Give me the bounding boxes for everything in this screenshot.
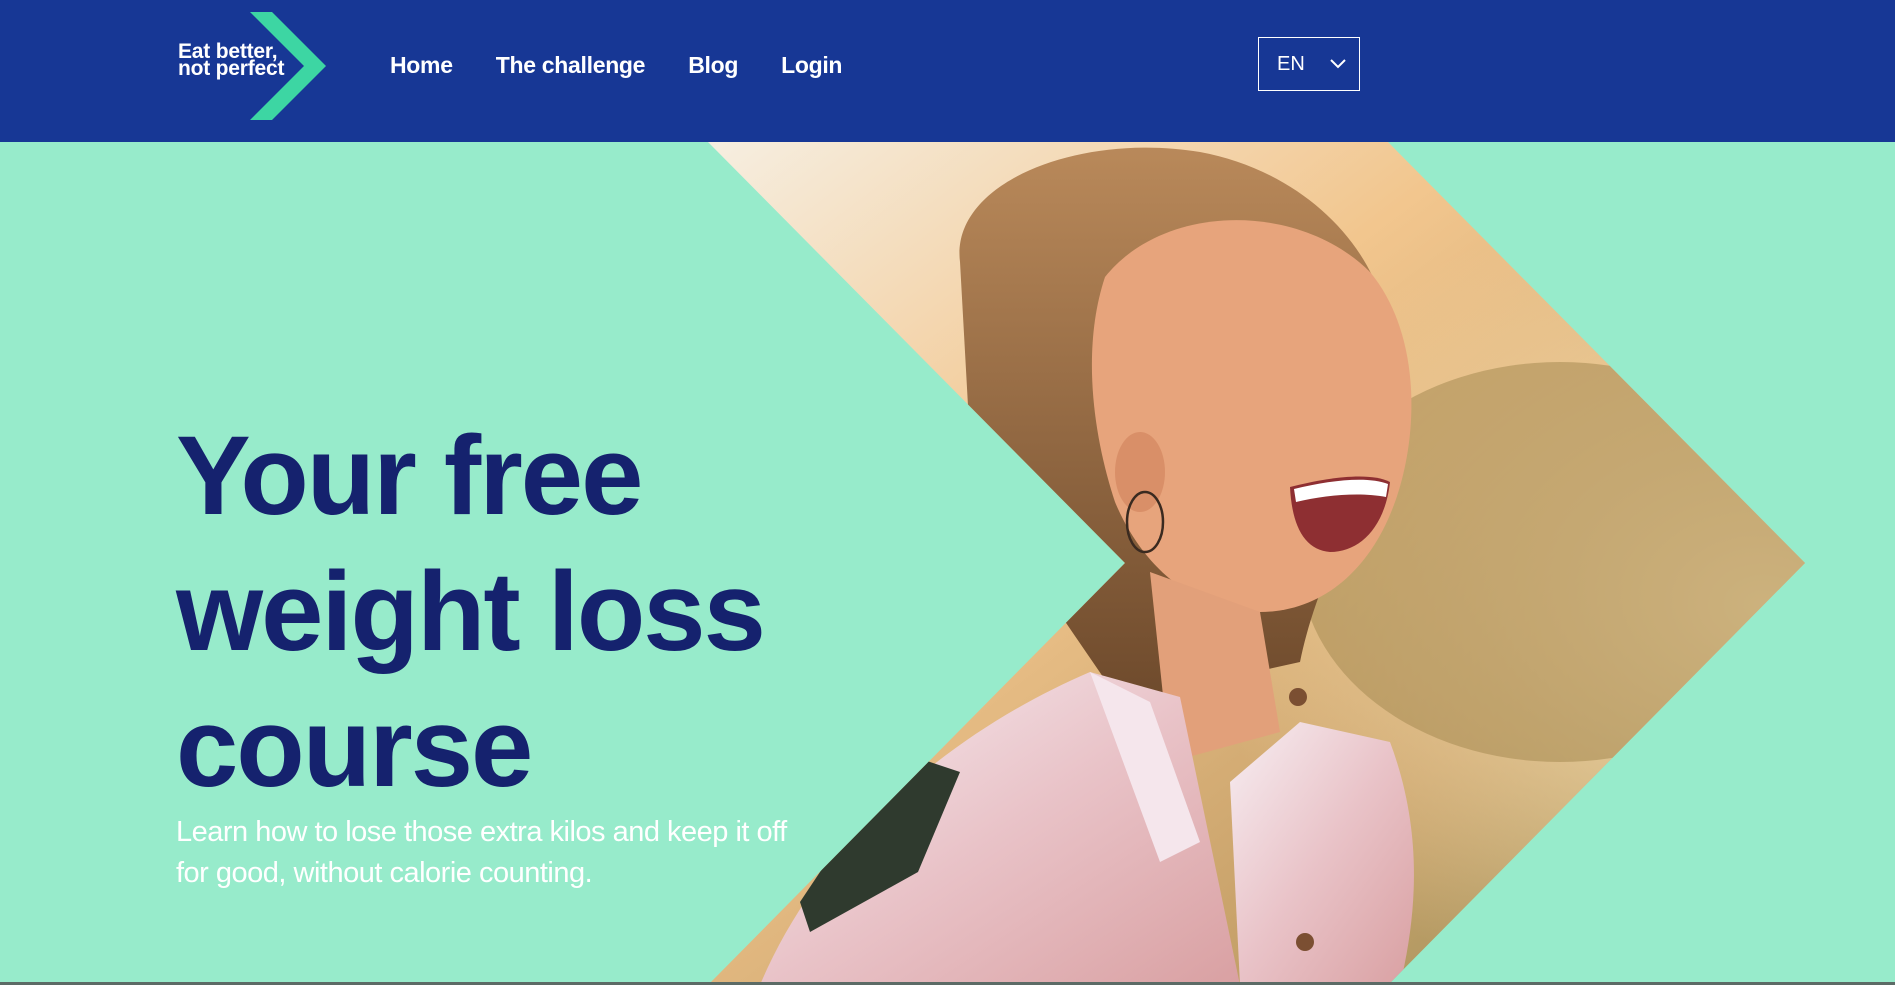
chevron-down-icon: [1330, 59, 1346, 69]
language-current: EN: [1277, 53, 1305, 75]
nav-blog[interactable]: Blog: [688, 52, 738, 79]
logo-wordmark: Eat better, not perfect: [178, 41, 285, 80]
hero-title-line-3: course: [176, 685, 533, 810]
nav-the-challenge[interactable]: The challenge: [496, 52, 646, 79]
hero-title-line-1: Your free: [176, 413, 643, 538]
hero-title: Your free weight loss course: [176, 408, 876, 816]
main-nav: Home The challenge Blog Login: [390, 52, 842, 79]
site-header: Eat better, not perfect Home The challen…: [0, 0, 1895, 142]
hero-subtitle-line-1: Learn how to lose those extra kilos and …: [176, 816, 787, 848]
hero-subtitle-line-2: for good, without calorie counting.: [176, 857, 593, 889]
language-select[interactable]: EN: [1258, 37, 1360, 91]
hero-subtitle: Learn how to lose those extra kilos and …: [176, 812, 856, 894]
hero-title-line-2: weight loss: [176, 549, 766, 674]
nav-home[interactable]: Home: [390, 52, 453, 79]
logo-line-2: not perfect: [178, 57, 285, 80]
site-logo[interactable]: Eat better, not perfect: [178, 12, 326, 120]
nav-login[interactable]: Login: [781, 52, 842, 79]
